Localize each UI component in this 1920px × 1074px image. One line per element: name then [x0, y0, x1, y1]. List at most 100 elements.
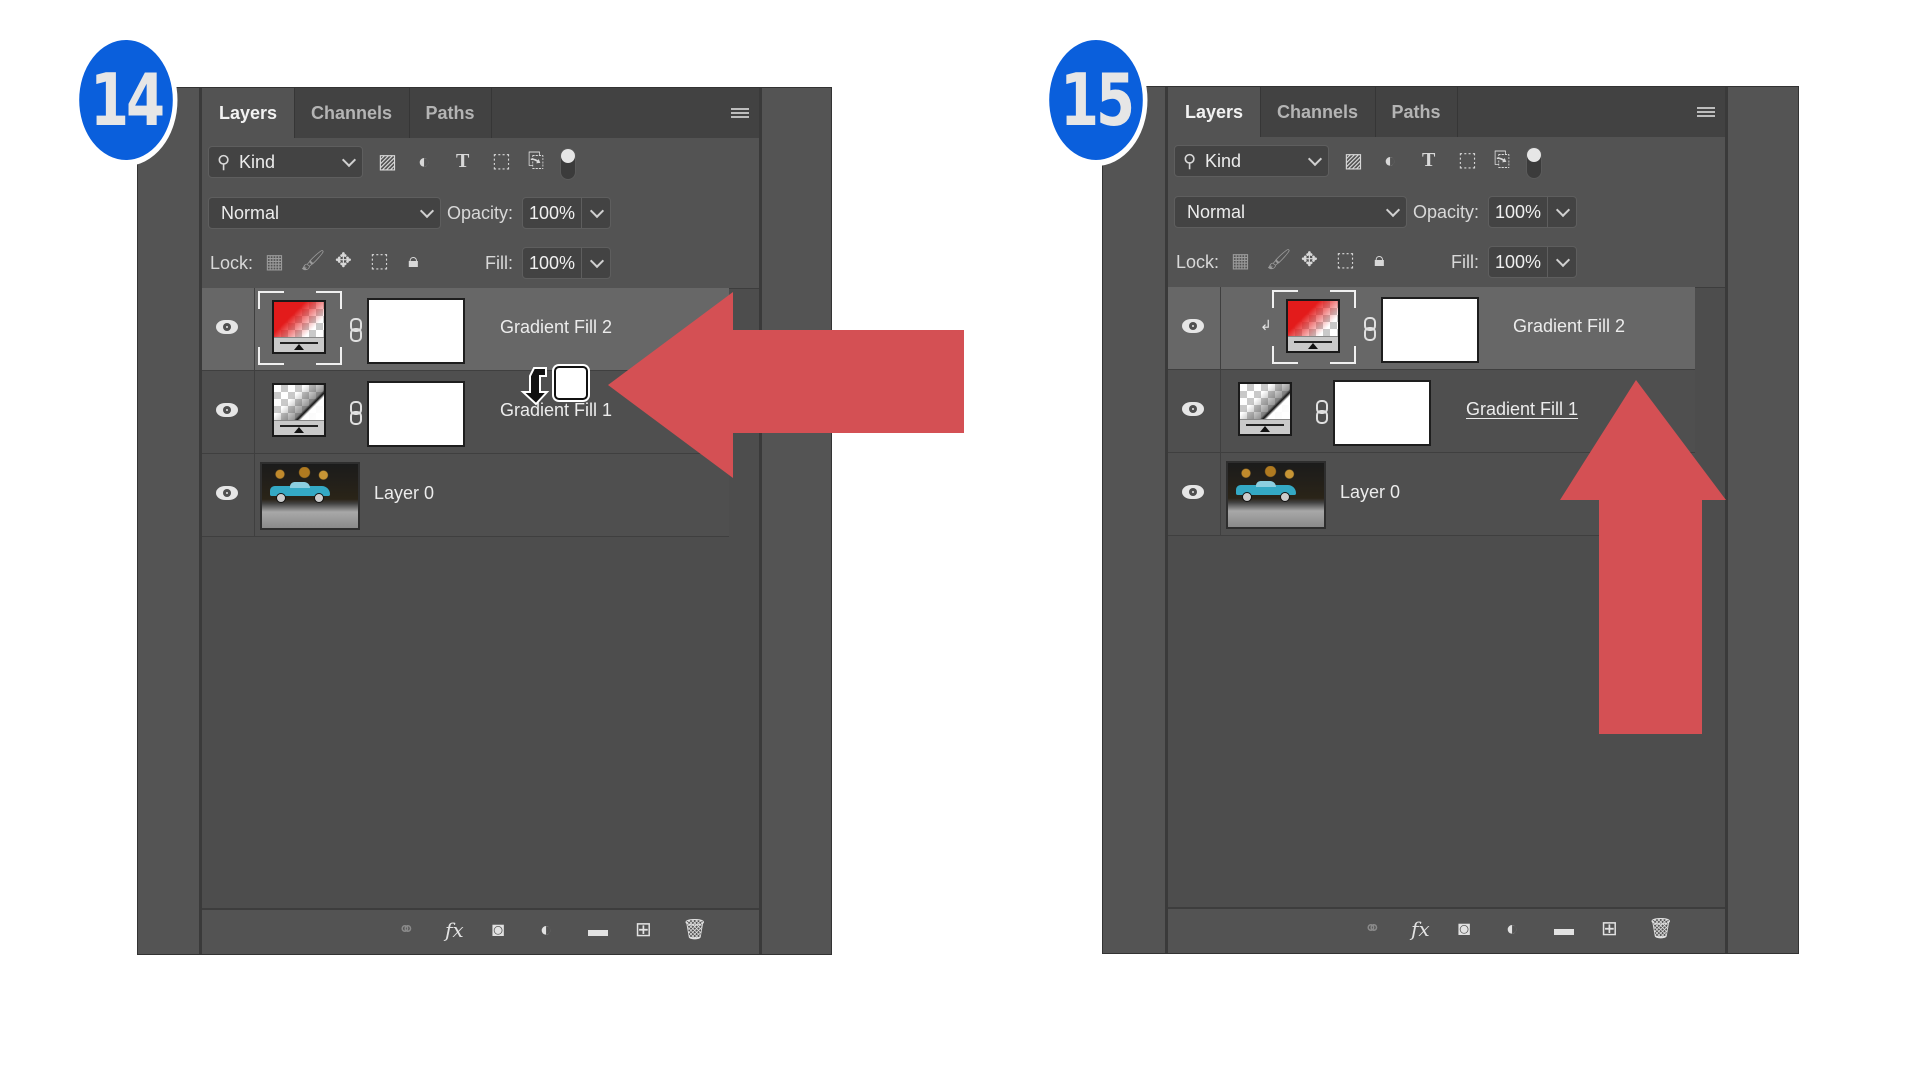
adjustment-filter-icon[interactable]: ◐	[1384, 151, 1396, 171]
layer-mask-thumbnail[interactable]	[367, 298, 465, 364]
adjustment-filter-icon[interactable]: ◐	[418, 152, 430, 172]
layer-name[interactable]: Layer 0	[374, 483, 434, 504]
fill-dropdown[interactable]	[582, 248, 610, 278]
layer-mask-thumbnail[interactable]	[367, 381, 465, 447]
lock-transparent-icon[interactable]: ▦	[1231, 251, 1250, 271]
layer-name[interactable]: Layer 0	[1340, 482, 1400, 503]
gradient-thumbnail[interactable]	[272, 383, 326, 437]
smart-object-filter-icon[interactable]: ⎘	[528, 151, 544, 171]
gradient-thumbnail[interactable]	[1238, 382, 1292, 436]
layer-name[interactable]: Gradient Fill 2	[500, 317, 612, 338]
type-filter-icon[interactable]: T	[456, 151, 469, 171]
annotation-arrow-up	[1560, 380, 1726, 734]
new-layer-icon[interactable]: ⊞	[1601, 919, 1618, 939]
group-folder-icon[interactable]: ▬	[588, 920, 608, 940]
shape-filter-icon[interactable]: ⬚	[1458, 150, 1477, 170]
lock-paint-icon[interactable]: 🖌︎	[1266, 250, 1291, 270]
clip-drag-cursor-icon	[520, 367, 550, 406]
blend-mode-select[interactable]: Normal	[208, 197, 441, 229]
tab-channels[interactable]: Channels	[294, 88, 410, 138]
opacity-dropdown[interactable]	[1548, 197, 1576, 227]
tab-layers[interactable]: Layers	[202, 88, 295, 138]
filter-kind-select[interactable]: ⚲ Kind	[208, 146, 363, 178]
blend-mode-select[interactable]: Normal	[1174, 196, 1407, 228]
lock-row: Lock: ▦ 🖌︎ ✥ ⬚ 🔒︎ Fill: 100%	[1168, 237, 1725, 288]
lock-artboard-icon[interactable]: ⬚	[1336, 250, 1355, 270]
add-mask-icon[interactable]: ◙	[492, 920, 504, 940]
opacity-field[interactable]: 100%	[1488, 196, 1578, 228]
visibility-eye-icon[interactable]	[1182, 485, 1204, 499]
shape-filter-icon[interactable]: ⬚	[492, 151, 511, 171]
lock-row: Lock: ▦ 🖌︎ ✥ ⬚ 🔒︎ Fill: 100%	[202, 238, 759, 289]
layer-mask-thumbnail[interactable]	[1381, 297, 1479, 363]
adjustment-layer-icon[interactable]: ◐	[1506, 919, 1518, 939]
step-badge-14: 14	[74, 34, 178, 166]
fill-label: Fill:	[1451, 252, 1479, 272]
gradient-thumbnail[interactable]	[1286, 299, 1340, 353]
type-filter-icon[interactable]: T	[1422, 150, 1435, 170]
gradient-thumbnail[interactable]	[272, 300, 326, 354]
group-folder-icon[interactable]: ▬	[1554, 919, 1574, 939]
step-badge-15: 15	[1044, 34, 1148, 166]
fill-dropdown[interactable]	[1548, 247, 1576, 277]
layer-row-gradient-fill-2[interactable]: ↲ Gradient Fill 2	[1168, 287, 1695, 370]
chevron-down-icon	[341, 152, 357, 168]
tab-channels[interactable]: Channels	[1260, 87, 1376, 137]
tab-paths[interactable]: Paths	[1375, 87, 1458, 137]
fill-field[interactable]: 100%	[522, 247, 612, 279]
lock-all-icon[interactable]: 🔒︎	[1374, 250, 1385, 270]
opacity-dropdown[interactable]	[582, 198, 610, 228]
chevron-down-icon	[1307, 151, 1323, 167]
mask-link-icon[interactable]	[350, 401, 362, 425]
smart-object-filter-icon[interactable]: ⎘	[1494, 150, 1510, 170]
new-layer-icon[interactable]: ⊞	[635, 920, 652, 940]
layer-name[interactable]: Gradient Fill 2	[1513, 316, 1625, 337]
lock-transparent-icon[interactable]: ▦	[265, 252, 284, 272]
opacity-field[interactable]: 100%	[522, 197, 612, 229]
visibility-eye-icon[interactable]	[216, 320, 238, 334]
filter-row: ⚲ Kind ▨ ◐ T ⬚ ⎘	[1168, 137, 1725, 188]
layer-name[interactable]: Gradient Fill 1	[500, 400, 612, 421]
mask-link-icon[interactable]	[350, 318, 362, 342]
image-filter-icon[interactable]: ▨	[1344, 151, 1363, 171]
layer-mask-thumbnail[interactable]	[1333, 380, 1431, 446]
adjustment-layer-icon[interactable]: ◐	[540, 920, 552, 940]
fill-field[interactable]: 100%	[1488, 246, 1578, 278]
panel-menu-icon[interactable]	[1697, 107, 1715, 119]
visibility-eye-icon[interactable]	[1182, 402, 1204, 416]
trash-icon[interactable]: 🗑︎	[682, 920, 707, 940]
link-layers-icon[interactable]: ⚭	[398, 920, 415, 940]
trash-icon[interactable]: 🗑︎	[1648, 919, 1673, 939]
mask-link-icon[interactable]	[1316, 400, 1328, 424]
filter-kind-select[interactable]: ⚲ Kind	[1174, 145, 1329, 177]
filter-toggle[interactable]	[1526, 147, 1542, 179]
tab-paths[interactable]: Paths	[409, 88, 492, 138]
blend-row: Normal Opacity: 100%	[1168, 187, 1725, 238]
opacity-label: Opacity:	[447, 203, 514, 223]
panel-frame-14: Layers Channels Paths ⚲ Kind ▨ ◐ T ⬚ ⎘ N…	[137, 87, 832, 955]
lock-move-icon[interactable]: ✥	[1301, 250, 1318, 270]
opacity-label: Opacity:	[1413, 202, 1480, 222]
add-mask-icon[interactable]: ◙	[1458, 919, 1470, 939]
filter-toggle[interactable]	[560, 148, 576, 180]
fx-icon[interactable]: fx	[1411, 919, 1430, 939]
drag-layer-ghost	[554, 366, 588, 400]
lock-label: Lock:	[1176, 252, 1220, 272]
photo-thumbnail[interactable]	[1226, 461, 1326, 529]
visibility-eye-icon[interactable]	[216, 403, 238, 417]
tab-layers[interactable]: Layers	[1168, 87, 1261, 137]
lock-artboard-icon[interactable]: ⬚	[370, 251, 389, 271]
lock-move-icon[interactable]: ✥	[335, 251, 352, 271]
lock-paint-icon[interactable]: 🖌︎	[300, 251, 325, 271]
mask-link-icon[interactable]	[1364, 317, 1376, 341]
visibility-eye-icon[interactable]	[216, 486, 238, 500]
photo-thumbnail[interactable]	[260, 462, 360, 530]
layers-panel-14: Layers Channels Paths ⚲ Kind ▨ ◐ T ⬚ ⎘ N…	[199, 88, 762, 954]
lock-all-icon[interactable]: 🔒︎	[408, 251, 419, 271]
panel-menu-icon[interactable]	[731, 108, 749, 120]
visibility-eye-icon[interactable]	[1182, 319, 1204, 333]
image-filter-icon[interactable]: ▨	[378, 152, 397, 172]
annotation-arrow-left	[608, 292, 964, 478]
link-layers-icon[interactable]: ⚭	[1364, 919, 1381, 939]
fx-icon[interactable]: fx	[445, 920, 464, 940]
